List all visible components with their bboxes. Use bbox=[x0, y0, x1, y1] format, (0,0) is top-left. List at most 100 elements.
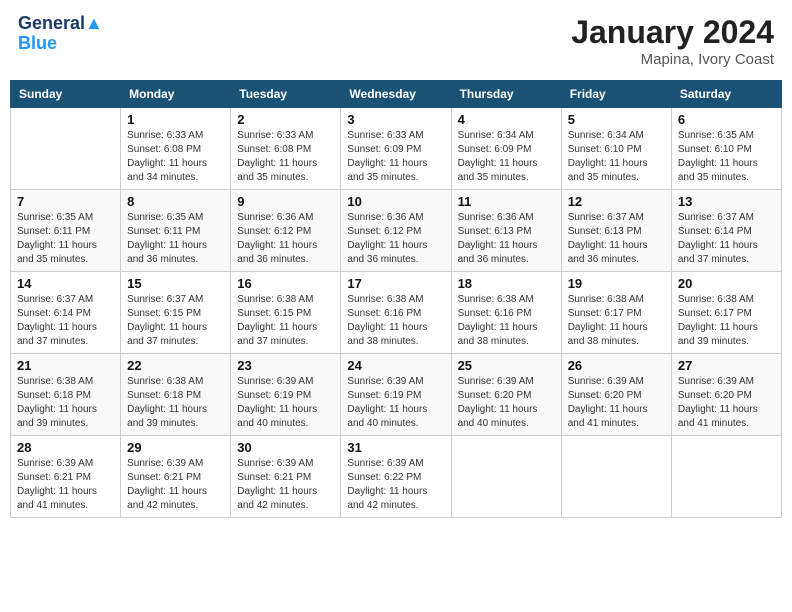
day-info: Sunrise: 6:38 AMSunset: 6:18 PMDaylight:… bbox=[17, 375, 114, 431]
calendar-cell: 1 Sunrise: 6:33 AMSunset: 6:08 PMDaylight… bbox=[121, 108, 231, 190]
calendar-cell: 19Sunrise: 6:38 AMSunset: 6:17 PMDayligh… bbox=[561, 272, 671, 354]
day-info: Sunrise: 6:36 AMSunset: 6:13 PMDaylight:… bbox=[458, 211, 555, 267]
logo-text: General▲ bbox=[18, 14, 103, 34]
day-number: 10 bbox=[347, 194, 444, 209]
day-info: Sunrise: 6:38 AMSunset: 6:18 PMDaylight:… bbox=[127, 375, 224, 431]
calendar-cell: 24Sunrise: 6:39 AMSunset: 6:19 PMDayligh… bbox=[341, 354, 451, 436]
day-number: 27 bbox=[678, 358, 775, 373]
day-info: Sunrise: 6:36 AMSunset: 6:12 PMDaylight:… bbox=[237, 211, 334, 267]
calendar-cell: 16 Sunrise: 6:38 AMSunset: 6:15 PMDayligh… bbox=[231, 272, 341, 354]
day-info: Sunrise: 6:34 AMSunset: 6:09 PMDaylight:… bbox=[458, 129, 555, 185]
day-info: Sunrise: 6:38 AMSunset: 6:16 PMDaylight:… bbox=[347, 293, 444, 349]
day-number: 25 bbox=[458, 358, 555, 373]
day-info: Sunrise: 6:39 AMSunset: 6:19 PMDaylight:… bbox=[347, 375, 444, 431]
calendar-header-tuesday: Tuesday bbox=[231, 81, 341, 108]
calendar-cell: 25 Sunrise: 6:39 AMSunset: 6:20 PMDayligh… bbox=[451, 354, 561, 436]
day-number: 29 bbox=[127, 440, 224, 455]
calendar-cell: 29 Sunrise: 6:39 AMSunset: 6:21 PMDayligh… bbox=[121, 436, 231, 518]
calendar-cell: 11 Sunrise: 6:36 AMSunset: 6:13 PMDayligh… bbox=[451, 190, 561, 272]
day-number: 18 bbox=[458, 276, 555, 291]
day-info: Sunrise: 6:39 AMSunset: 6:21 PMDaylight:… bbox=[17, 457, 114, 513]
day-info: Sunrise: 6:37 AMSunset: 6:14 PMDaylight:… bbox=[678, 211, 775, 267]
day-info: Sunrise: 6:38 AMSunset: 6:15 PMDaylight:… bbox=[237, 293, 334, 349]
day-info: Sunrise: 6:38 AMSunset: 6:17 PMDaylight:… bbox=[678, 293, 775, 349]
calendar-header-friday: Friday bbox=[561, 81, 671, 108]
logo: General▲ Blue bbox=[18, 14, 103, 54]
day-number: 9 bbox=[237, 194, 334, 209]
day-number: 7 bbox=[17, 194, 114, 209]
calendar-cell: 3Sunrise: 6:33 AMSunset: 6:09 PMDaylight… bbox=[341, 108, 451, 190]
day-number: 21 bbox=[17, 358, 114, 373]
day-info: Sunrise: 6:39 AMSunset: 6:21 PMDaylight:… bbox=[127, 457, 224, 513]
day-info: Sunrise: 6:38 AMSunset: 6:17 PMDaylight:… bbox=[568, 293, 665, 349]
calendar-header-thursday: Thursday bbox=[451, 81, 561, 108]
location: Mapina, Ivory Coast bbox=[571, 51, 774, 68]
day-number: 6 bbox=[678, 112, 775, 127]
calendar-cell: 4 Sunrise: 6:34 AMSunset: 6:09 PMDaylight… bbox=[451, 108, 561, 190]
calendar-header-wednesday: Wednesday bbox=[341, 81, 451, 108]
calendar-cell: 10 Sunrise: 6:36 AMSunset: 6:12 PMDayligh… bbox=[341, 190, 451, 272]
day-number: 1 bbox=[127, 112, 224, 127]
day-number: 30 bbox=[237, 440, 334, 455]
calendar-cell: 7 Sunrise: 6:35 AMSunset: 6:11 PMDaylight… bbox=[11, 190, 121, 272]
day-info: Sunrise: 6:35 AMSunset: 6:11 PMDaylight:… bbox=[127, 211, 224, 267]
calendar-cell bbox=[451, 436, 561, 518]
calendar-table: SundayMondayTuesdayWednesdayThursdayFrid… bbox=[10, 80, 782, 518]
day-number: 11 bbox=[458, 194, 555, 209]
calendar-cell: 14 Sunrise: 6:37 AMSunset: 6:14 PMDayligh… bbox=[11, 272, 121, 354]
calendar-cell: 5 Sunrise: 6:34 AMSunset: 6:10 PMDaylight… bbox=[561, 108, 671, 190]
calendar-cell: 20 Sunrise: 6:38 AMSunset: 6:17 PMDayligh… bbox=[671, 272, 781, 354]
calendar-cell: 13 Sunrise: 6:37 AMSunset: 6:14 PMDayligh… bbox=[671, 190, 781, 272]
day-number: 17 bbox=[347, 276, 444, 291]
calendar-cell: 26Sunrise: 6:39 AMSunset: 6:20 PMDayligh… bbox=[561, 354, 671, 436]
day-number: 20 bbox=[678, 276, 775, 291]
day-number: 16 bbox=[237, 276, 334, 291]
calendar-header-saturday: Saturday bbox=[671, 81, 781, 108]
page-header: General▲ Blue January 2024 Mapina, Ivory… bbox=[10, 10, 782, 72]
day-number: 4 bbox=[458, 112, 555, 127]
title-section: January 2024 Mapina, Ivory Coast bbox=[571, 14, 774, 68]
calendar-cell bbox=[11, 108, 121, 190]
calendar-cell: 31 Sunrise: 6:39 AMSunset: 6:22 PMDayligh… bbox=[341, 436, 451, 518]
logo-text-blue: Blue bbox=[18, 34, 103, 54]
day-info: Sunrise: 6:38 AMSunset: 6:16 PMDaylight:… bbox=[458, 293, 555, 349]
day-number: 8 bbox=[127, 194, 224, 209]
day-info: Sunrise: 6:34 AMSunset: 6:10 PMDaylight:… bbox=[568, 129, 665, 185]
day-number: 23 bbox=[237, 358, 334, 373]
day-info: Sunrise: 6:37 AMSunset: 6:15 PMDaylight:… bbox=[127, 293, 224, 349]
day-number: 5 bbox=[568, 112, 665, 127]
calendar-cell: 2Sunrise: 6:33 AMSunset: 6:08 PMDaylight… bbox=[231, 108, 341, 190]
day-number: 31 bbox=[347, 440, 444, 455]
day-number: 28 bbox=[17, 440, 114, 455]
calendar-cell: 30 Sunrise: 6:39 AMSunset: 6:21 PMDayligh… bbox=[231, 436, 341, 518]
calendar-cell: 17 Sunrise: 6:38 AMSunset: 6:16 PMDayligh… bbox=[341, 272, 451, 354]
day-info: Sunrise: 6:39 AMSunset: 6:20 PMDaylight:… bbox=[678, 375, 775, 431]
day-info: Sunrise: 6:39 AMSunset: 6:19 PMDaylight:… bbox=[237, 375, 334, 431]
calendar-cell: 6 Sunrise: 6:35 AMSunset: 6:10 PMDaylight… bbox=[671, 108, 781, 190]
day-info: Sunrise: 6:39 AMSunset: 6:20 PMDaylight:… bbox=[458, 375, 555, 431]
calendar-header-monday: Monday bbox=[121, 81, 231, 108]
day-info: Sunrise: 6:37 AMSunset: 6:13 PMDaylight:… bbox=[568, 211, 665, 267]
calendar-cell: 28 Sunrise: 6:39 AMSunset: 6:21 PMDayligh… bbox=[11, 436, 121, 518]
day-info: Sunrise: 6:39 AMSunset: 6:22 PMDaylight:… bbox=[347, 457, 444, 513]
day-info: Sunrise: 6:39 AMSunset: 6:21 PMDaylight:… bbox=[237, 457, 334, 513]
day-info: Sunrise: 6:35 AMSunset: 6:10 PMDaylight:… bbox=[678, 129, 775, 185]
day-info: Sunrise: 6:35 AMSunset: 6:11 PMDaylight:… bbox=[17, 211, 114, 267]
day-number: 13 bbox=[678, 194, 775, 209]
day-number: 15 bbox=[127, 276, 224, 291]
day-number: 14 bbox=[17, 276, 114, 291]
calendar-cell: 18 Sunrise: 6:38 AMSunset: 6:16 PMDayligh… bbox=[451, 272, 561, 354]
calendar-cell: 15 Sunrise: 6:37 AMSunset: 6:15 PMDayligh… bbox=[121, 272, 231, 354]
day-number: 26 bbox=[568, 358, 665, 373]
calendar-cell bbox=[561, 436, 671, 518]
calendar-cell: 8 Sunrise: 6:35 AMSunset: 6:11 PMDaylight… bbox=[121, 190, 231, 272]
month-title: January 2024 bbox=[571, 14, 774, 51]
calendar-cell: 23 Sunrise: 6:39 AMSunset: 6:19 PMDayligh… bbox=[231, 354, 341, 436]
day-number: 2 bbox=[237, 112, 334, 127]
day-info: Sunrise: 6:33 AMSunset: 6:08 PMDaylight:… bbox=[127, 129, 224, 185]
calendar-cell: 27 Sunrise: 6:39 AMSunset: 6:20 PMDayligh… bbox=[671, 354, 781, 436]
day-number: 22 bbox=[127, 358, 224, 373]
calendar-header-sunday: Sunday bbox=[11, 81, 121, 108]
day-info: Sunrise: 6:36 AMSunset: 6:12 PMDaylight:… bbox=[347, 211, 444, 267]
day-info: Sunrise: 6:37 AMSunset: 6:14 PMDaylight:… bbox=[17, 293, 114, 349]
